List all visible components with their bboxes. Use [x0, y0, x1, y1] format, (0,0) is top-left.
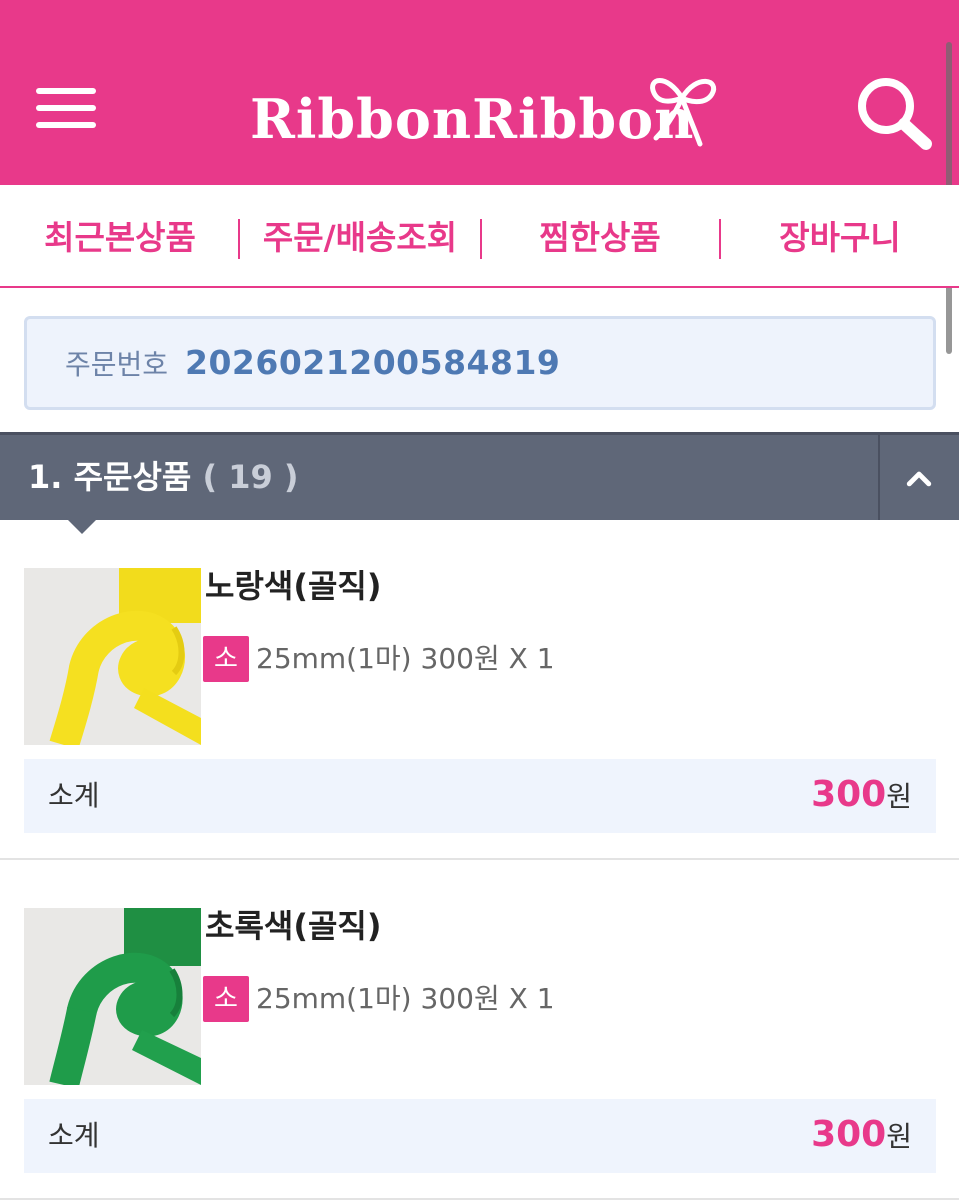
tab-wishlist[interactable]: 찜한상품: [500, 215, 700, 261]
subtotal-amount: 300: [811, 774, 887, 815]
subtotal-value: 300원: [811, 771, 912, 825]
order-number-label: 주문번호: [65, 348, 169, 381]
product-thumbnail[interactable]: [24, 568, 201, 745]
app-header: RibbonRibbon: [0, 0, 959, 185]
tab-recently-viewed[interactable]: 최근본상품: [20, 215, 220, 261]
order-number-value: 2026021200584819: [185, 343, 561, 382]
product-option: 25mm(1마) 300원 X 1: [256, 642, 555, 675]
subtotal-unit: 원: [886, 1120, 912, 1153]
nav-tabs: 최근본상품 주문/배송조회 찜한상품 장바구니: [0, 185, 959, 288]
size-badge: 소: [203, 636, 249, 682]
subtotal-amount: 300: [811, 1114, 887, 1155]
tab-divider: [238, 219, 240, 259]
tab-divider: [719, 219, 721, 259]
subtotal-label: 소계: [48, 779, 100, 812]
list-item: 노랑색(골직) 소 25mm(1마) 300원 X 1 소계 300원: [0, 520, 959, 860]
tab-order-delivery[interactable]: 주문/배송조회: [250, 215, 470, 261]
product-option: 25mm(1마) 300원 X 1: [256, 982, 555, 1015]
ribbon-bow-icon: [650, 78, 717, 147]
hamburger-menu-icon[interactable]: [28, 78, 104, 140]
size-badge: 소: [203, 976, 249, 1022]
product-thumbnail[interactable]: [24, 908, 201, 1085]
subtotal-row: 소계 300원: [24, 1099, 936, 1173]
ordered-products-section-header[interactable]: 1. 주문상품 ( 19 ): [0, 432, 959, 520]
section-title-text: 1. 주문상품: [28, 458, 192, 496]
section-title: 1. 주문상품 ( 19 ): [28, 453, 299, 501]
tab-cart[interactable]: 장바구니: [740, 215, 940, 261]
order-number-box: 주문번호 2026021200584819: [24, 316, 936, 410]
subtotal-label: 소계: [48, 1119, 100, 1152]
order-detail-page: RibbonRibbon 최근본상품 주문/배송조회 찜한상품 장바구니 주문번…: [0, 0, 959, 1200]
subtotal-unit: 원: [886, 780, 912, 813]
tab-divider: [480, 219, 482, 259]
subtotal-row: 소계 300원: [24, 759, 936, 833]
logo[interactable]: RibbonRibbon: [250, 68, 720, 160]
section-item-count: ( 19 ): [202, 458, 299, 496]
product-name[interactable]: 노랑색(골직): [205, 564, 381, 608]
chevron-up-icon[interactable]: [878, 435, 959, 520]
search-icon[interactable]: [850, 72, 938, 152]
list-item: 초록색(골직) 소 25mm(1마) 300원 X 1 소계 300원: [0, 860, 959, 1200]
product-name[interactable]: 초록색(골직): [205, 904, 381, 948]
subtotal-value: 300원: [811, 1111, 912, 1165]
logo-text: RibbonRibbon: [250, 87, 695, 151]
